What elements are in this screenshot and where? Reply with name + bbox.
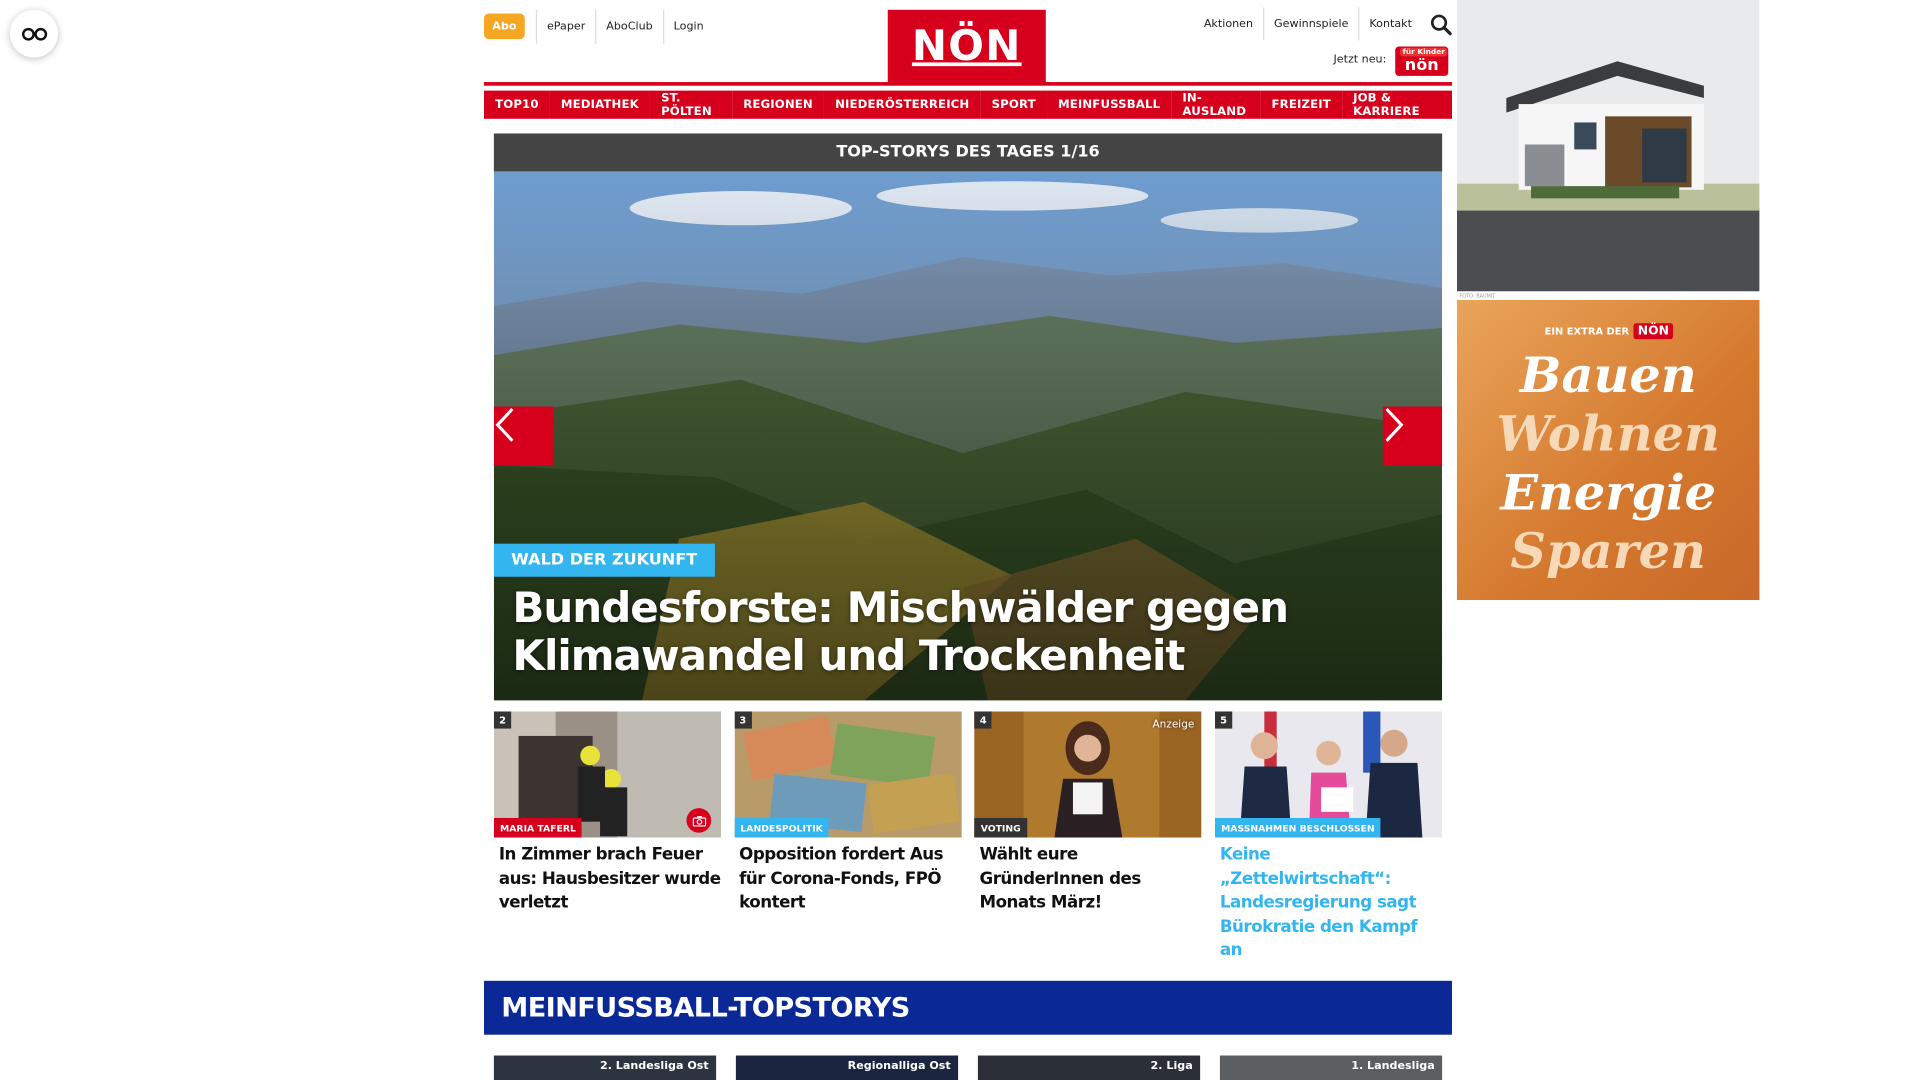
meinfussball-card[interactable]: 2. Liga	[977, 1055, 1201, 1080]
top-stories-header: TOP-STORYS DES TAGES 1/16	[493, 133, 1443, 172]
kinder-logo-text: nön	[1404, 56, 1439, 75]
teaser-number: 2	[493, 711, 512, 729]
teaser-tag[interactable]: VOTING	[974, 817, 1027, 838]
ad-word: Energie	[1500, 464, 1717, 522]
ad-marker: Anzeige	[1152, 718, 1195, 732]
nav-st-poelten[interactable]: ST. PÖLTEN	[649, 90, 733, 119]
glasses-icon	[21, 27, 47, 41]
teaser-title[interactable]: Keine „Zettelwirtschaft“: Landesregierun…	[1215, 844, 1442, 963]
nav-top10[interactable]: TOP10	[484, 90, 550, 119]
accessibility-glasses-button[interactable]	[9, 9, 59, 58]
teaser-tag[interactable]: MARIA TAFERL	[493, 817, 583, 838]
league-label: 2. Liga	[1150, 1060, 1193, 1073]
nav-sport[interactable]: SPORT	[980, 90, 1047, 119]
meinfussball-card[interactable]: Regionalliga Ost	[735, 1055, 959, 1080]
meinfussball-card[interactable]: 1. Landesliga	[1219, 1055, 1443, 1080]
ad-house-banner[interactable]	[1456, 0, 1760, 292]
jetzt-neu-label: Jetzt neu:	[1333, 53, 1387, 67]
ad-extra-label: EIN EXTRA DER NÖN	[1544, 323, 1673, 340]
ad-word: Wohnen	[1496, 405, 1720, 463]
aboclub-link[interactable]: AboClub	[595, 9, 662, 45]
nav-in-ausland[interactable]: IN-AUSLAND	[1171, 90, 1261, 119]
teaser-number: 4	[974, 711, 992, 729]
top-nav-left: ePaper AboClub Login	[535, 9, 714, 45]
teaser-image: 3 LANDESPOLITIK	[734, 711, 962, 838]
kontakt-link[interactable]: Kontakt	[1360, 7, 1422, 40]
ad-extra-text: EIN EXTRA DER	[1544, 325, 1630, 337]
hero-tag[interactable]: WALD DER ZUKUNFT	[493, 543, 715, 577]
noen-logo[interactable]: NÖN	[887, 9, 1046, 84]
meinfussball-row: 2. Landesliga Ost Regionalliga Ost 2. Li…	[493, 1055, 1443, 1080]
teaser-title[interactable]: Wählt eure GründerInnen des Monats März!	[975, 844, 1202, 916]
league-label: 1. Landesliga	[1351, 1060, 1435, 1073]
kinder-noen-logo[interactable]: für Kinder nön	[1395, 46, 1449, 76]
teaser-card[interactable]: 3 LANDESPOLITIK Opposition fordert Aus f…	[734, 711, 962, 963]
league-label: Regionalliga Ost	[847, 1060, 951, 1073]
teaser-number: 3	[734, 711, 752, 729]
teaser-tag[interactable]: MASSNAHMEN BESCHLOSSEN	[1214, 817, 1381, 838]
teaser-image: 4 Anzeige VOTING	[974, 711, 1202, 838]
nav-mediathek[interactable]: MEDIATHEK	[549, 90, 650, 119]
teaser-image: 5 MASSNAHMEN BESCHLOSSEN	[1214, 711, 1443, 838]
camera-icon	[686, 808, 712, 833]
hero-prev-button[interactable]	[493, 406, 554, 466]
login-link[interactable]: Login	[662, 9, 714, 45]
gewinnspiele-link[interactable]: Gewinnspiele	[1264, 7, 1360, 41]
ad-noen-badge: NÖN	[1634, 323, 1673, 340]
teaser-title[interactable]: In Zimmer brach Feuer aus: Hausbesitzer …	[494, 844, 721, 916]
kinder-logo-small-text: für Kinder	[1400, 47, 1448, 57]
meinfussball-card[interactable]: 2. Landesliga Ost	[493, 1055, 717, 1080]
teaser-row: 2 MARIA TAFERL In Zimmer brach Feuer aus…	[493, 711, 1443, 963]
ad-bauen-wohnen[interactable]: EIN EXTRA DER NÖN Bauen Wohnen Energie S…	[1456, 300, 1760, 601]
teaser-number: 5	[1214, 711, 1233, 729]
teaser-card[interactable]: 5 MASSNAHMEN BESCHLOSSEN Keine „Zettelwi…	[1214, 711, 1443, 963]
ad-photo-credit: FOTO: BAUMIT	[1459, 292, 1496, 299]
page: Abo ePaper AboClub Login NÖN Aktionen Ge…	[0, 0, 1920, 1080]
teaser-card[interactable]: 4 Anzeige VOTING Wählt eure GründerInnen…	[974, 711, 1202, 963]
top-nav-right: Aktionen Gewinnspiele Kontakt	[1194, 7, 1412, 41]
epaper-link[interactable]: ePaper	[535, 9, 595, 45]
category-nav: TOP10 MEDIATHEK ST. PÖLTEN REGIONEN NIED…	[484, 90, 1453, 119]
nav-job-karriere[interactable]: JOB & KARRIERE	[1341, 90, 1453, 119]
nav-meinfussball[interactable]: MEINFUSSBALL	[1046, 90, 1172, 119]
chevron-left-icon	[495, 407, 514, 442]
teaser-card[interactable]: 2 MARIA TAFERL In Zimmer brach Feuer aus…	[493, 711, 722, 963]
nav-freizeit[interactable]: FREIZEIT	[1260, 90, 1342, 119]
teaser-title[interactable]: Opposition fordert Aus für Corona-Fonds,…	[734, 844, 961, 916]
hero-story[interactable]: WALD DER ZUKUNFT Bundesforste: Mischwäld…	[493, 171, 1443, 701]
aktionen-link[interactable]: Aktionen	[1194, 7, 1265, 41]
chevron-right-icon	[1385, 407, 1404, 442]
hero-title[interactable]: Bundesforste: Mischwälder gegen Klimawan…	[512, 585, 1401, 681]
house-image	[1456, 0, 1760, 292]
meinfussball-header[interactable]: MEINFUSSBALL-TOPSTORYS	[484, 980, 1453, 1035]
abo-button[interactable]: Abo	[484, 13, 525, 40]
nav-regionen[interactable]: REGIONEN	[732, 90, 824, 119]
teaser-tag[interactable]: LANDESPOLITIK	[734, 817, 830, 838]
ad-word: Sparen	[1510, 522, 1706, 581]
teaser-image: 2 MARIA TAFERL	[493, 711, 722, 838]
ad-words: Bauen Wohnen Energie Sparen	[1457, 347, 1760, 582]
header-divider	[484, 82, 1453, 86]
ad-word: Bauen	[1519, 346, 1697, 405]
nav-niederoesterreich[interactable]: NIEDERÖSTERREICH	[823, 90, 981, 119]
search-icon[interactable]	[1430, 13, 1452, 36]
hero-next-button[interactable]	[1382, 406, 1443, 466]
league-label: 2. Landesliga Ost	[599, 1060, 709, 1073]
